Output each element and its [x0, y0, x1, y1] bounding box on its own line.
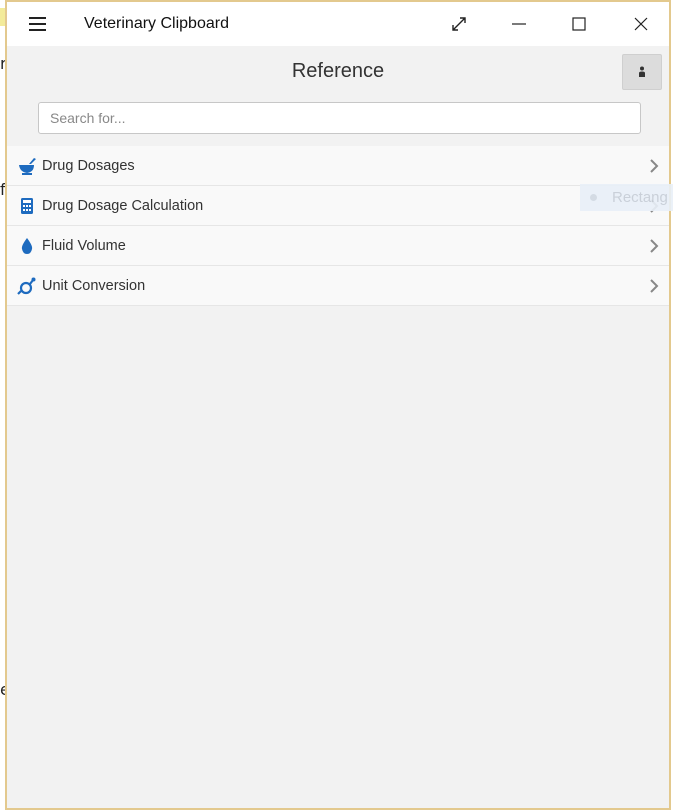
minimize-button[interactable] [496, 8, 542, 40]
list-item-drug-dosages[interactable]: Drug Dosages [7, 146, 669, 186]
calculator-icon [21, 198, 33, 214]
close-button[interactable] [618, 8, 664, 40]
close-icon [634, 17, 648, 31]
list-item-fluid-volume[interactable]: Fluid Volume [7, 226, 669, 266]
overlay-fragment: Rectang [580, 184, 673, 211]
profile-button[interactable] [622, 54, 662, 90]
app-window: Veterinary Clipboard Reference Search fo… [5, 0, 673, 810]
page-title: Reference [291, 60, 385, 82]
maximize-icon [572, 17, 586, 31]
chevron-right-icon [650, 239, 659, 253]
overlay-dot [590, 194, 597, 201]
list-item-label: Drug Dosages [42, 157, 135, 174]
person-icon [639, 66, 645, 77]
expand-icon [452, 17, 466, 31]
list-item-unit-conversion[interactable]: Unit Conversion [7, 266, 669, 306]
expand-button[interactable] [436, 8, 482, 40]
title-bar: Veterinary Clipboard [7, 2, 669, 46]
hamburger-menu-button[interactable] [29, 17, 46, 31]
chevron-right-icon [650, 159, 659, 173]
stethoscope-icon [17, 277, 36, 295]
mortar-pestle-icon [19, 158, 36, 175]
page-header: Reference [7, 46, 669, 96]
app-title: Veterinary Clipboard [84, 15, 229, 32]
list-item-label: Fluid Volume [42, 237, 126, 254]
chevron-right-icon [650, 279, 659, 293]
overlay-fragment-text: Rectang [612, 189, 668, 206]
list-item-label: Drug Dosage Calculation [42, 197, 204, 214]
reference-list: Drug Dosages Drug Dosage Calculation Flu… [7, 146, 669, 306]
search-input[interactable] [38, 102, 641, 134]
drop-icon [21, 238, 33, 254]
list-item-drug-dosage-calculation[interactable]: Drug Dosage Calculation [7, 186, 669, 226]
maximize-button[interactable] [556, 8, 602, 40]
minimize-icon [512, 23, 526, 25]
list-item-label: Unit Conversion [42, 277, 146, 294]
